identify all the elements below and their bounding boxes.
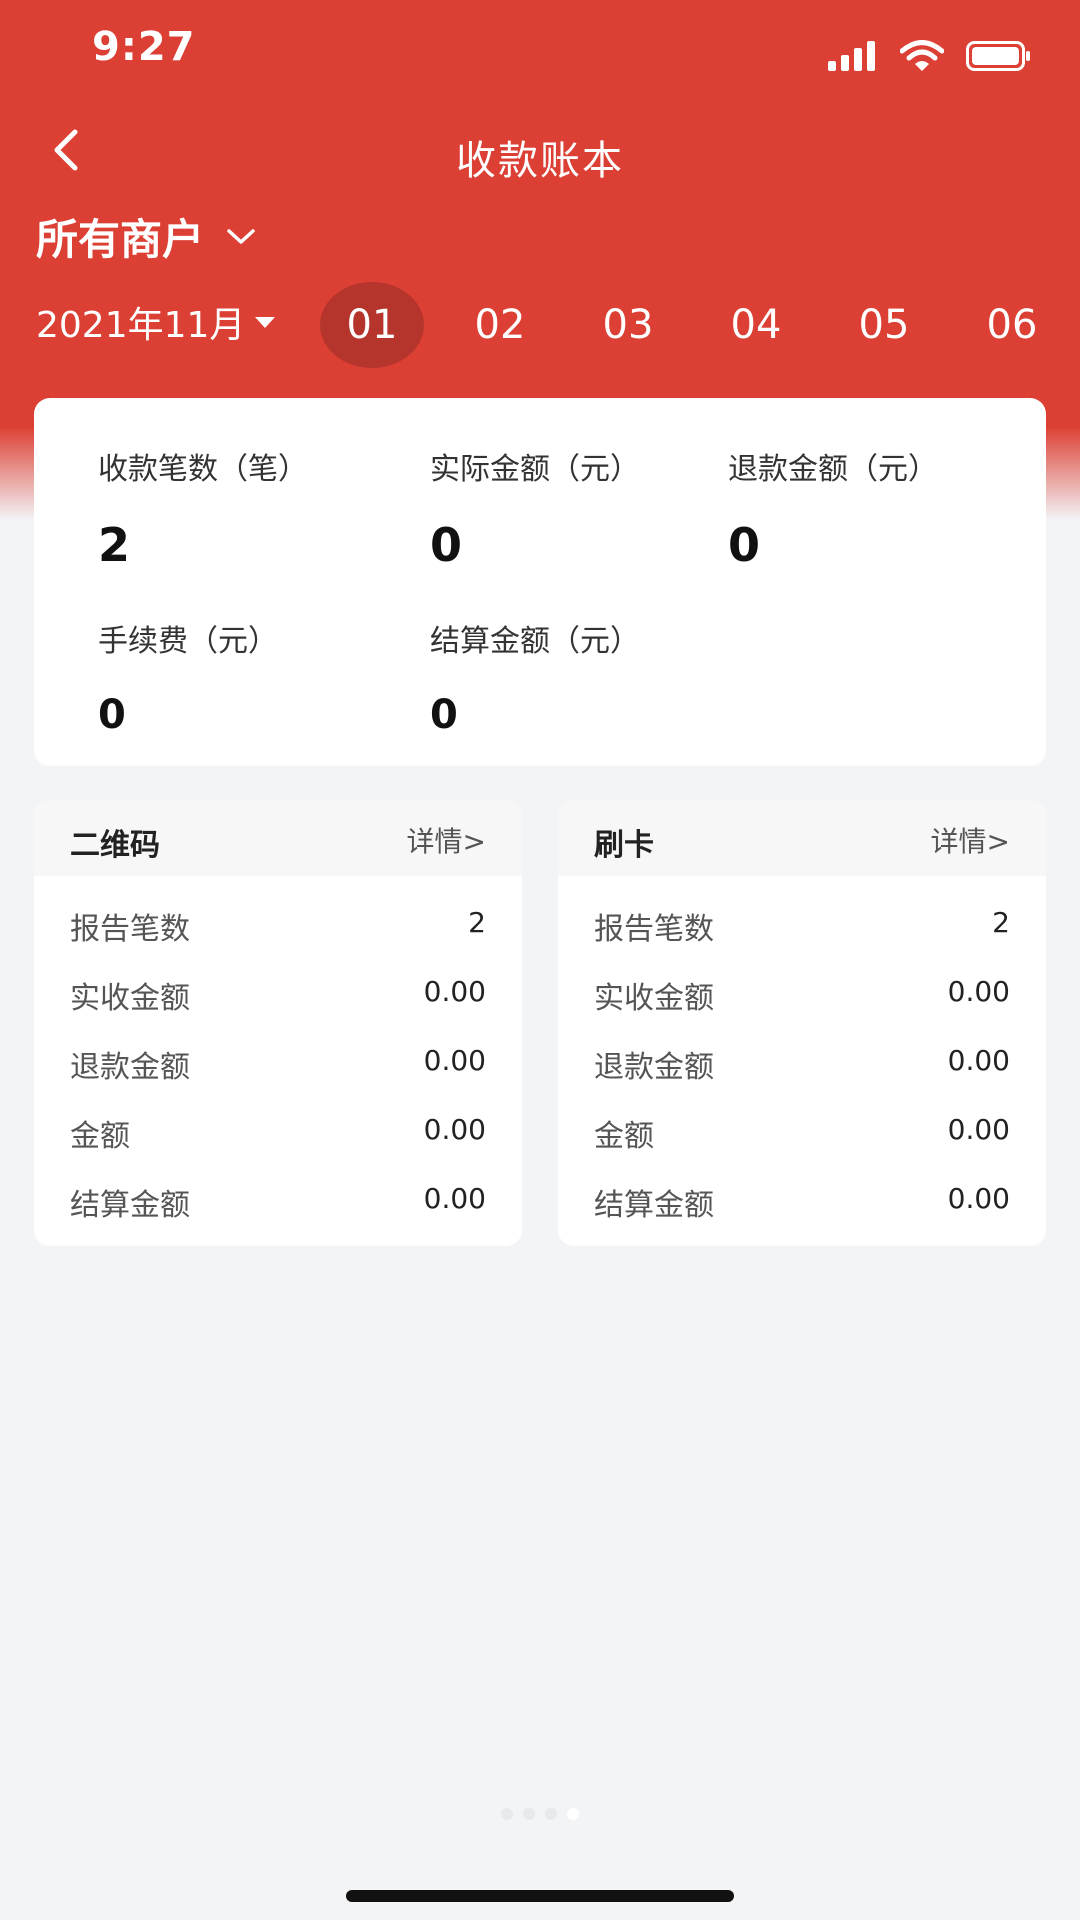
stat-refund-label: 退款金额（元） — [728, 452, 938, 487]
merchant-dropdown[interactable]: 所有商户 — [36, 206, 256, 267]
merchant-label: 所有商户 — [36, 215, 205, 264]
day-item-05[interactable]: 05 — [832, 282, 936, 368]
row-label: 实收金额 — [70, 981, 190, 1016]
row-value: 0.00 — [947, 975, 1010, 1008]
stat-count-value: 2 — [98, 518, 131, 572]
page-dot — [523, 1808, 535, 1820]
home-indicator[interactable] — [346, 1890, 734, 1902]
table-row: 报告笔数 2 — [34, 890, 522, 959]
page-dot — [545, 1808, 557, 1820]
table-row: 金额 0.00 — [34, 1097, 522, 1166]
stat-settle-value: 0 — [430, 692, 458, 738]
table-row: 实收金额 0.00 — [34, 959, 522, 1028]
table-row: 退款金额 0.00 — [558, 1028, 1046, 1097]
page-dot-active — [567, 1808, 579, 1820]
card-swipe-card: 刷卡 详情> 报告笔数 2 实收金额 0.00 退款金额 0.00 金额 0.0… — [558, 800, 1046, 1246]
status-time: 9:27 — [92, 24, 196, 70]
day-item-01[interactable]: 01 — [320, 282, 424, 368]
row-label: 金额 — [70, 1119, 130, 1154]
row-label: 实收金额 — [594, 981, 714, 1016]
stat-refund-value: 0 — [728, 518, 761, 572]
table-row: 报告笔数 2 — [558, 890, 1046, 959]
row-label: 报告笔数 — [70, 912, 190, 947]
page-title: 收款账本 — [456, 138, 624, 184]
stat-actual-value: 0 — [430, 518, 463, 572]
stat-fee-label: 手续费（元） — [98, 624, 278, 659]
table-row: 金额 0.00 — [558, 1097, 1046, 1166]
day-item-02[interactable]: 02 — [448, 282, 552, 368]
stat-fee: 手续费（元） 0 — [98, 616, 278, 738]
card-swipe-card-header: 刷卡 详情> — [558, 800, 1046, 876]
row-value: 0.00 — [947, 1113, 1010, 1146]
table-row: 退款金额 0.00 — [34, 1028, 522, 1097]
row-label: 金额 — [594, 1119, 654, 1154]
qrcode-details-link[interactable]: 详情> — [407, 820, 486, 860]
row-value: 0.00 — [947, 1182, 1010, 1215]
row-value: 2 — [468, 906, 486, 939]
qrcode-card-rows: 报告笔数 2 实收金额 0.00 退款金额 0.00 金额 0.00 结算金额 … — [34, 876, 522, 1235]
summary-card: 收款笔数（笔） 2 实际金额（元） 0 退款金额（元） 0 手续费（元） 0 结… — [34, 398, 1046, 766]
qrcode-card: 二维码 详情> 报告笔数 2 实收金额 0.00 退款金额 0.00 金额 0.… — [34, 800, 522, 1246]
row-label: 结算金额 — [594, 1188, 714, 1223]
card-swipe-card-title: 刷卡 — [594, 828, 654, 863]
stat-count: 收款笔数（笔） 2 — [98, 444, 308, 572]
wifi-icon — [900, 40, 944, 71]
date-bar: 2021年11月 01 02 03 04 05 06 — [0, 282, 1080, 368]
page-dot — [501, 1808, 513, 1820]
row-value: 0.00 — [947, 1044, 1010, 1077]
row-value: 2 — [992, 906, 1010, 939]
status-icons — [828, 40, 1032, 72]
battery-icon — [966, 41, 1030, 71]
stat-settle: 结算金额（元） 0 — [430, 616, 640, 738]
card-swipe-card-rows: 报告笔数 2 实收金额 0.00 退款金额 0.00 金额 0.00 结算金额 … — [558, 876, 1046, 1235]
day-item-03[interactable]: 03 — [576, 282, 680, 368]
stat-count-label: 收款笔数（笔） — [98, 452, 308, 487]
qrcode-card-title: 二维码 — [70, 828, 160, 863]
month-label: 2021年11月 — [36, 305, 246, 346]
stat-fee-value: 0 — [98, 692, 126, 738]
table-row: 结算金额 0.00 — [34, 1166, 522, 1235]
stat-settle-label: 结算金额（元） — [430, 624, 640, 659]
signal-icon — [828, 41, 875, 71]
month-dropdown[interactable]: 2021年11月 — [36, 296, 277, 348]
day-item-04[interactable]: 04 — [704, 282, 808, 368]
row-label: 退款金额 — [70, 1050, 190, 1085]
row-label: 报告笔数 — [594, 912, 714, 947]
row-value: 0.00 — [423, 1113, 486, 1146]
page-indicator — [0, 1808, 1080, 1820]
row-label: 退款金额 — [594, 1050, 714, 1085]
table-row: 结算金额 0.00 — [558, 1166, 1046, 1235]
row-label: 结算金额 — [70, 1188, 190, 1223]
caret-down-icon — [255, 317, 276, 328]
stat-actual-label: 实际金额（元） — [430, 452, 640, 487]
qrcode-card-header: 二维码 详情> — [34, 800, 522, 876]
row-value: 0.00 — [423, 1182, 486, 1215]
stat-refund: 退款金额（元） 0 — [728, 444, 938, 572]
table-row: 实收金额 0.00 — [558, 959, 1046, 1028]
row-value: 0.00 — [423, 1044, 486, 1077]
stat-actual: 实际金额（元） 0 — [430, 444, 640, 572]
row-value: 0.00 — [423, 975, 486, 1008]
day-item-06[interactable]: 06 — [960, 282, 1064, 368]
day-selector: 01 02 03 04 05 06 — [320, 282, 1080, 368]
status-bar: 9:27 — [0, 0, 1080, 110]
chevron-down-icon — [227, 228, 255, 244]
card-swipe-details-link[interactable]: 详情> — [931, 820, 1010, 860]
